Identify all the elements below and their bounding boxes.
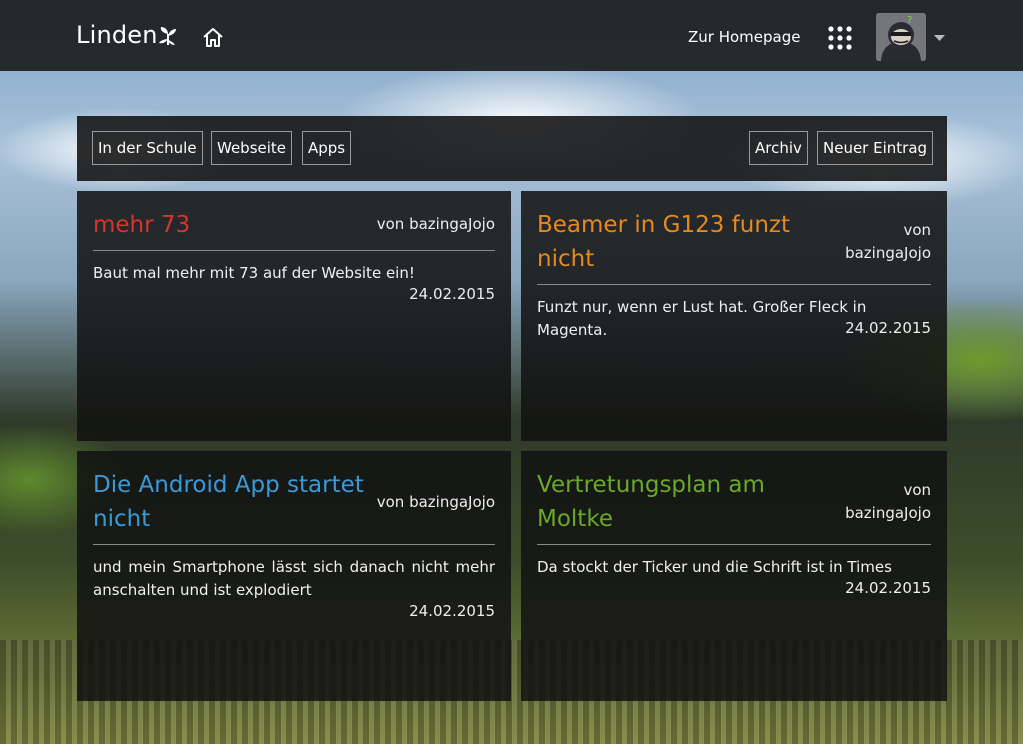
homepage-link[interactable]: Zur Homepage: [688, 28, 800, 46]
post-card[interactable]: Vertretungsplan am Moltke von bazingaJoj…: [521, 451, 947, 701]
svg-text:?: ?: [907, 15, 912, 26]
post-author: von bazingaJojo: [845, 221, 931, 262]
filter-button-apps[interactable]: Apps: [302, 131, 352, 165]
category-toolbar: In der Schule Webseite Apps Archiv Neuer…: [77, 116, 947, 181]
post-date: 24.02.2015: [409, 285, 495, 303]
post-date: 24.02.2015: [409, 602, 495, 620]
post-card[interactable]: Beamer in G123 funzt nicht von bazingaJo…: [521, 191, 947, 441]
post-author: von bazingaJojo: [376, 493, 495, 511]
divider: [93, 544, 495, 545]
new-entry-button[interactable]: Neuer Eintrag: [817, 131, 934, 165]
filter-button-school[interactable]: In der Schule: [92, 131, 203, 165]
divider: [93, 250, 495, 251]
post-body: Baut mal mehr mit 73 auf der Website ein…: [93, 264, 415, 282]
post-author: von bazingaJojo: [845, 481, 931, 522]
post-title[interactable]: Beamer in G123 funzt nicht: [537, 208, 807, 276]
home-icon[interactable]: [202, 26, 224, 48]
post-author: von bazingaJojo: [376, 215, 495, 233]
post-card[interactable]: Die Android App startet nicht von bazing…: [77, 451, 511, 701]
chevron-down-icon[interactable]: [934, 35, 945, 42]
post-card[interactable]: mehr 73 von bazingaJojo Baut mal mehr mi…: [77, 191, 511, 441]
archive-button[interactable]: Archiv: [749, 131, 808, 165]
post-date: 24.02.2015: [845, 319, 931, 337]
divider: [537, 284, 931, 285]
post-body: Da stockt der Ticker und die Schrift ist…: [537, 558, 892, 576]
brand-logo-text[interactable]: Linden: [76, 21, 158, 49]
post-title[interactable]: Vertretungsplan am Moltke: [537, 468, 797, 536]
post-date: 24.02.2015: [845, 579, 931, 597]
leaf-logo-icon: [159, 27, 176, 45]
top-navbar: Linden Zur Homepage ?: [0, 0, 1023, 71]
filter-button-website[interactable]: Webseite: [211, 131, 293, 165]
divider: [537, 544, 931, 545]
post-body: und mein Smartphone lässt sich danach ni…: [93, 558, 495, 599]
apps-grid-icon[interactable]: [828, 26, 852, 50]
user-avatar[interactable]: ?: [876, 13, 926, 61]
post-title[interactable]: Die Android App startet nicht: [93, 468, 378, 536]
post-title[interactable]: mehr 73: [93, 208, 373, 242]
